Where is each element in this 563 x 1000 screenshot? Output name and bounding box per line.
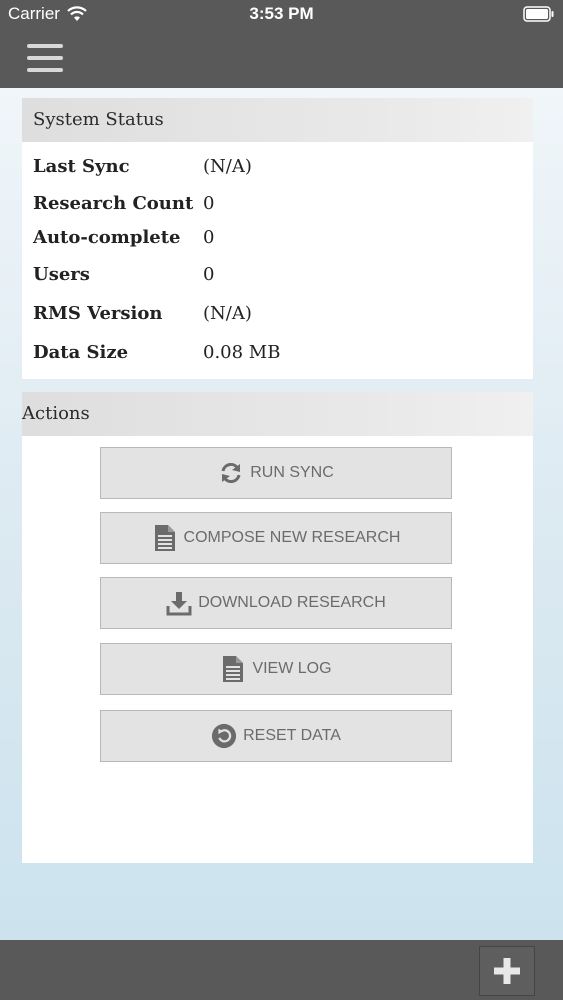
hamburger-menu-icon[interactable] (27, 44, 63, 72)
document-icon (152, 525, 178, 551)
clock: 3:53 PM (249, 4, 314, 23)
system-status-title: System Status (22, 98, 533, 142)
status-row-users: Users 0 (33, 264, 523, 290)
actions-title: Actions (22, 392, 533, 436)
status-label: RMS Version (33, 303, 163, 324)
status-label: Data Size (33, 342, 129, 363)
sync-icon (218, 460, 244, 486)
status-value: (N/A) (203, 303, 252, 324)
compose-new-research-button[interactable]: COMPOSE NEW RESEARCH (100, 512, 452, 564)
download-research-label: DOWNLOAD RESEARCH (198, 594, 386, 611)
status-row-last-sync: Last Sync (N/A) (33, 156, 523, 182)
app-header (0, 30, 563, 88)
status-row-data-size: Data Size 0.08 MB (33, 342, 523, 368)
status-value: 0 (203, 193, 215, 214)
document-icon (220, 656, 246, 682)
status-value: (N/A) (203, 156, 252, 177)
compose-new-research-label: COMPOSE NEW RESEARCH (183, 529, 401, 546)
status-value: 0 (203, 227, 215, 248)
status-value: 0 (203, 264, 215, 285)
system-status-panel: System Status Last Sync (N/A) Research C… (22, 98, 533, 379)
plus-icon (494, 958, 520, 984)
reset-data-label: RESET DATA (243, 727, 341, 744)
status-label: Auto-complete (33, 227, 181, 248)
battery-icon (523, 6, 554, 22)
run-sync-button[interactable]: RUN SYNC (100, 447, 452, 499)
download-icon (166, 590, 192, 616)
reset-icon (211, 723, 237, 749)
status-row-auto-complete: Auto-complete 0 (33, 227, 523, 253)
add-button[interactable] (479, 946, 535, 996)
status-value: 0.08 MB (203, 342, 281, 363)
view-log-button[interactable]: VIEW LOG (100, 643, 452, 695)
actions-panel: Actions RUN SYNC COMPOSE NEW RESEARCH DO… (22, 392, 533, 863)
status-row-rms-version: RMS Version (N/A) (33, 303, 523, 329)
status-row-research-count: Research Count 0 (33, 193, 523, 219)
status-label: Users (33, 264, 90, 285)
bottom-toolbar (0, 940, 563, 1000)
reset-data-button[interactable]: RESET DATA (100, 710, 452, 762)
download-research-button[interactable]: DOWNLOAD RESEARCH (100, 577, 452, 629)
status-label: Research Count (33, 193, 194, 214)
status-bar: Carrier 3:53 PM (0, 0, 563, 30)
view-log-label: VIEW LOG (252, 660, 332, 677)
run-sync-label: RUN SYNC (250, 464, 334, 481)
status-label: Last Sync (33, 156, 130, 177)
